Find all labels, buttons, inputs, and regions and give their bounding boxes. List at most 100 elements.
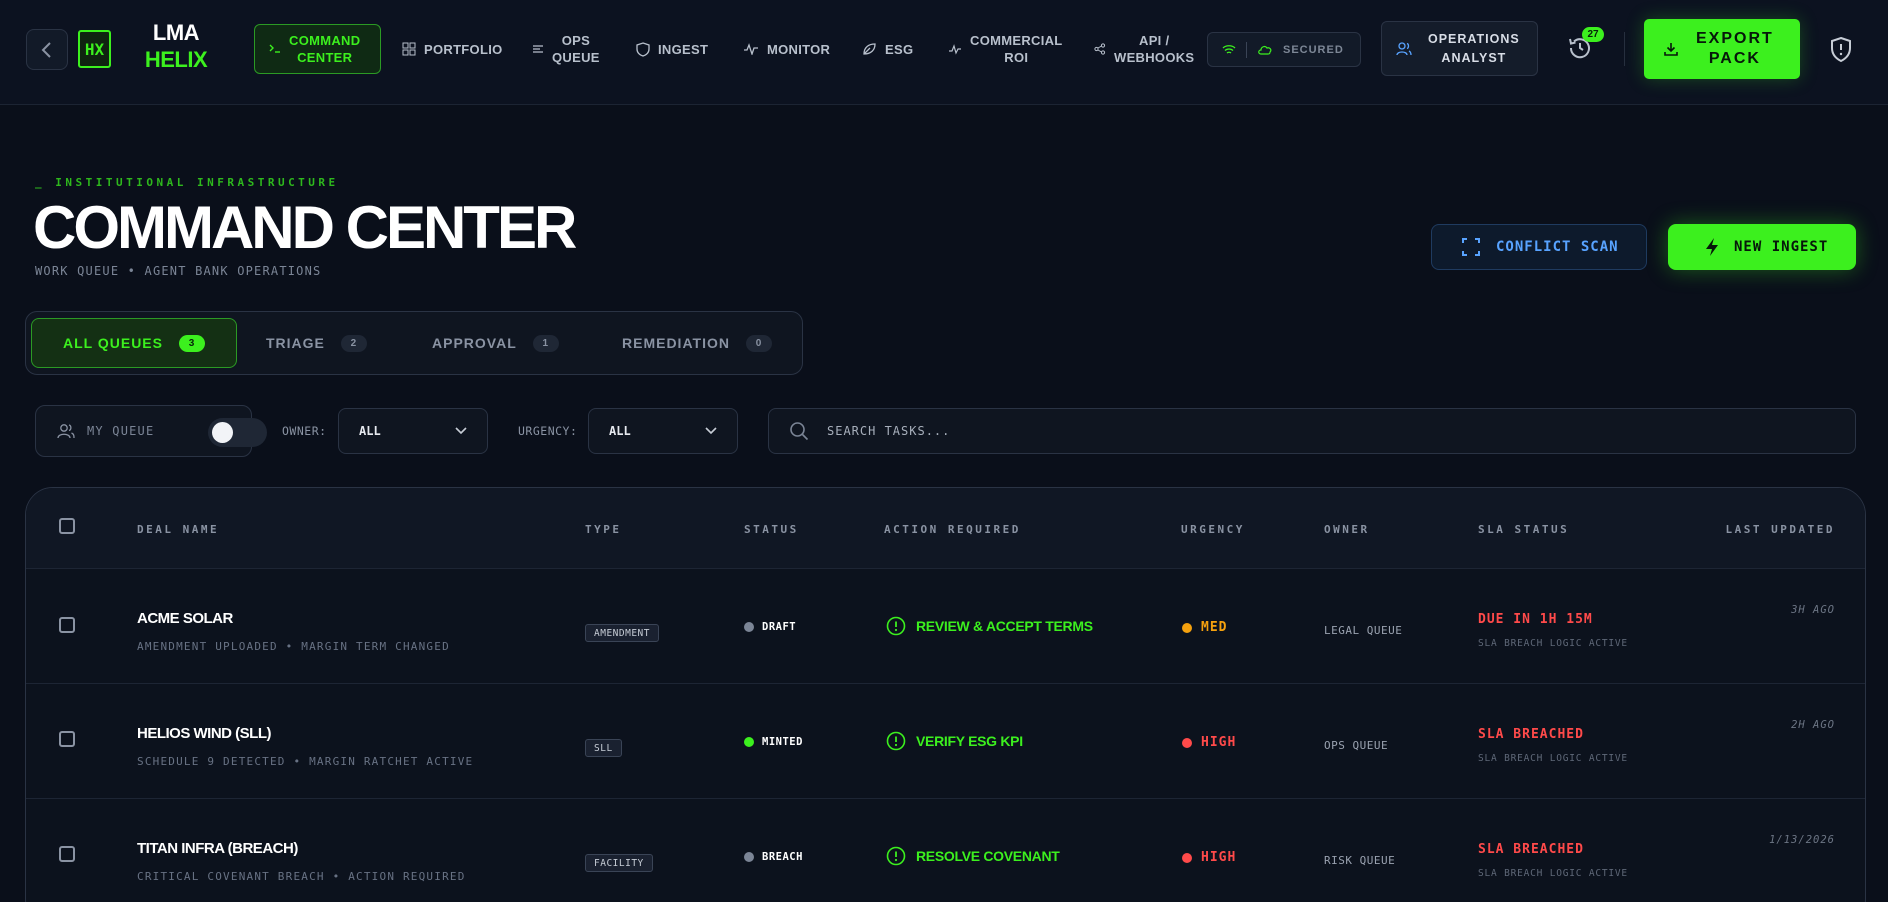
table-row[interactable]: TITAN INFRA (BREACH) CRITICAL COVENANT B… xyxy=(26,800,1865,902)
alert-circle-icon xyxy=(886,846,906,866)
status-label: BREACH xyxy=(762,851,803,863)
nav-api-webhooks[interactable]: API / WEBHOOKS xyxy=(1094,24,1194,74)
notification-count-badge: 27 xyxy=(1582,27,1604,42)
page-eyebrow: _ INSTITUTIONAL INFRASTRUCTURE xyxy=(35,176,339,189)
status-indicator: MINTED xyxy=(744,736,803,748)
urgency-select-value: ALL xyxy=(609,424,631,438)
deal-subtitle: CRITICAL COVENANT BREACH • ACTION REQUIR… xyxy=(137,870,466,883)
lightning-icon xyxy=(1706,238,1718,256)
status-dot xyxy=(744,737,754,747)
divider xyxy=(1246,41,1247,58)
nav-ingest[interactable]: INGEST xyxy=(636,24,708,74)
brand-line2: HELIX xyxy=(144,47,208,72)
download-icon xyxy=(1664,43,1678,56)
deal-name[interactable]: HELIOS WIND (SLL) xyxy=(137,725,272,742)
urgency-select[interactable]: ALL xyxy=(588,408,738,454)
column-header[interactable]: OWNER xyxy=(1324,523,1370,536)
my-queue-toggle[interactable] xyxy=(208,418,267,447)
table-row[interactable]: HELIOS WIND (SLL) SCHEDULE 9 DETECTED • … xyxy=(26,685,1865,799)
leaf-icon xyxy=(863,43,876,55)
new-ingest-button[interactable]: NEW INGEST xyxy=(1668,224,1856,270)
search-icon xyxy=(790,422,809,441)
security-button[interactable] xyxy=(1830,36,1854,63)
column-header[interactable]: DEAL NAME xyxy=(137,523,219,536)
nav-esg[interactable]: ESG xyxy=(862,24,913,74)
users-icon xyxy=(57,424,75,439)
share-icon xyxy=(1094,43,1106,55)
last-updated: 1/13/2026 xyxy=(1769,834,1835,846)
nav-portfolio[interactable]: PORTFOLIO xyxy=(402,24,503,74)
deal-name[interactable]: TITAN INFRA (BREACH) xyxy=(137,840,298,857)
export-pack-button[interactable]: EXPORT PACK xyxy=(1644,19,1800,79)
nav-monitor[interactable]: MONITOR xyxy=(743,24,830,74)
activity-icon xyxy=(744,43,758,55)
nav-label: COMMAND CENTER xyxy=(289,33,361,65)
column-header[interactable]: SLA STATUS xyxy=(1478,523,1569,536)
owner-label: OPS QUEUE xyxy=(1324,739,1389,752)
nav-command-center[interactable]: COMMAND CENTER xyxy=(254,24,381,74)
tab-approval[interactable]: APPROVAL 1 xyxy=(432,318,559,368)
logo-badge: HX xyxy=(78,30,111,68)
column-header[interactable]: LAST UPDATED xyxy=(1726,523,1835,536)
tab-label: TRIAGE xyxy=(266,335,325,351)
column-header[interactable]: ACTION REQUIRED xyxy=(884,523,1021,536)
nav-label: COMMERCIAL ROI xyxy=(970,33,1063,65)
urgency-indicator: HIGH xyxy=(1182,735,1236,750)
brand-logo[interactable]: LMA HELIX xyxy=(140,19,212,73)
tab-triage[interactable]: TRIAGE 2 xyxy=(266,318,367,368)
action-label: VERIFY ESG KPI xyxy=(916,733,1023,749)
role-switcher-button[interactable]: OPERATIONS ANALYST xyxy=(1381,21,1538,76)
shield-icon xyxy=(636,41,650,57)
nav-label: ESG xyxy=(885,41,914,57)
connection-status: SECURED xyxy=(1207,32,1361,67)
action-required-link[interactable]: RESOLVE COVENANT xyxy=(886,846,1060,866)
tab-label: ALL QUEUES xyxy=(63,335,163,351)
search-input[interactable] xyxy=(827,424,1727,438)
column-header[interactable]: TYPE xyxy=(585,523,622,536)
action-required-link[interactable]: VERIFY ESG KPI xyxy=(886,731,1023,751)
tab-count-badge: 0 xyxy=(745,334,772,352)
urgency-dot xyxy=(1182,622,1192,633)
tab-count-badge: 3 xyxy=(178,334,205,352)
sla-subtext: SLA BREACH LOGIC ACTIVE xyxy=(1478,868,1628,879)
queue-tabs: ALL QUEUES 3 TRIAGE 2 APPROVAL 1 REMEDIA… xyxy=(25,311,803,375)
type-badge: FACILITY xyxy=(585,854,653,872)
status-label: MINTED xyxy=(762,736,803,748)
row-checkbox[interactable] xyxy=(59,846,75,862)
owner-label: RISK QUEUE xyxy=(1324,854,1396,867)
sla-subtext: SLA BREACH LOGIC ACTIVE xyxy=(1478,638,1628,649)
urgency-indicator: HIGH xyxy=(1182,850,1236,865)
table-row[interactable]: ACME SOLAR AMENDMENT UPLOADED • MARGIN T… xyxy=(26,570,1865,684)
tab-remediation[interactable]: REMEDIATION 0 xyxy=(622,318,772,368)
status-indicator: BREACH xyxy=(744,851,803,863)
select-all-checkbox[interactable] xyxy=(59,518,75,534)
alert-circle-icon xyxy=(886,616,906,636)
nav-commercial-roi[interactable]: COMMERCIAL ROI xyxy=(948,24,1063,74)
row-checkbox[interactable] xyxy=(59,731,75,747)
conflict-scan-label: CONFLICT SCAN xyxy=(1496,239,1619,255)
toggle-knob xyxy=(212,422,233,443)
sla-subtext: SLA BREACH LOGIC ACTIVE xyxy=(1478,753,1628,764)
nav-ops-queue[interactable]: OPS QUEUE xyxy=(532,24,600,74)
deal-name[interactable]: ACME SOLAR xyxy=(137,610,233,627)
back-button[interactable] xyxy=(26,29,68,70)
tab-label: REMEDIATION xyxy=(622,335,730,351)
row-checkbox[interactable] xyxy=(59,617,75,633)
status-label: DRAFT xyxy=(762,621,797,633)
action-required-link[interactable]: REVIEW & ACCEPT TERMS xyxy=(886,616,1093,636)
column-header[interactable]: STATUS xyxy=(744,523,799,536)
tab-all-queues[interactable]: ALL QUEUES 3 xyxy=(31,318,237,368)
owner-filter-label: OWNER: xyxy=(282,424,327,438)
deal-subtitle: SCHEDULE 9 DETECTED • MARGIN RATCHET ACT… xyxy=(137,755,474,768)
terminal-icon xyxy=(269,44,280,53)
type-badge: AMENDMENT xyxy=(585,624,659,642)
column-header[interactable]: URGENCY xyxy=(1181,523,1245,536)
urgency-label: HIGH xyxy=(1201,850,1237,865)
conflict-scan-button[interactable]: CONFLICT SCAN xyxy=(1431,224,1647,270)
nav-label: PORTFOLIO xyxy=(424,41,503,57)
urgency-label: MED xyxy=(1201,620,1228,635)
nav-label: MONITOR xyxy=(767,41,831,57)
pulse-icon xyxy=(949,44,961,55)
owner-select[interactable]: ALL xyxy=(338,408,488,454)
chevron-left-icon xyxy=(41,41,51,58)
